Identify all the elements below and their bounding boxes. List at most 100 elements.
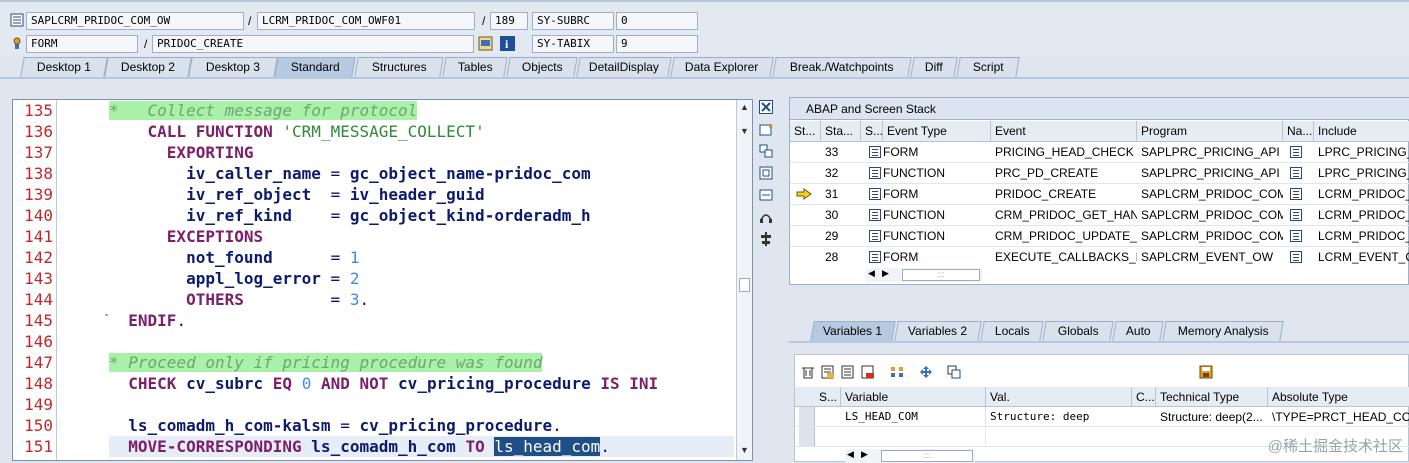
program-field[interactable]: SAPLCRM_PRIDOC_COM_OW [26, 12, 244, 30]
column-header[interactable]: Na... [1283, 121, 1314, 142]
services-icon[interactable] [757, 210, 775, 228]
code-line: ls_comadm_h_com-kalsm = cv_pricing_proce… [128, 416, 562, 435]
code-line: CALL FUNCTION 'CRM_MESSAGE_COLLECT' [147, 122, 485, 141]
stack-row[interactable]: 32 FUNCTION PRC_PD_CREATE SAPLPRC_PRICIN… [790, 163, 1409, 184]
stack-row[interactable]: 30 FUNCTION CRM_PRIDOC_GET_HAN... SAPLCR… [790, 205, 1409, 226]
settings-icon[interactable] [757, 232, 775, 250]
column-header[interactable]: St... [790, 121, 821, 142]
variables-horizontal-scrollbar[interactable]: ◀ ▶ ::: [845, 449, 975, 463]
tab-auto[interactable]: Auto [1112, 321, 1164, 341]
tab-detaildisplay[interactable]: DetailDisplay [576, 57, 672, 77]
editor-vertical-scrollbar[interactable]: ▲ ▼ ▼ [736, 100, 752, 460]
scroll-thumb[interactable] [739, 278, 750, 292]
delete-icon[interactable] [799, 365, 817, 381]
scroll-down-icon[interactable]: ▼ [740, 126, 749, 136]
sy-subrc-value[interactable]: 0 [616, 12, 698, 30]
event-type-cell: FORM [865, 142, 991, 163]
tab-objects[interactable]: Objects [506, 57, 578, 77]
column-header[interactable]: Absolute Type [1268, 387, 1409, 407]
routine-type-field[interactable]: FORM [26, 35, 138, 53]
routine-name-field[interactable]: PRIDOC_CREATE [152, 35, 474, 53]
scroll-left-icon[interactable]: ◀ [847, 449, 854, 460]
column-header[interactable]: Include [1314, 121, 1409, 142]
variable-name[interactable]: LS_HEAD_COM [841, 407, 986, 427]
navigate-icon[interactable] [1286, 163, 1314, 184]
column-header[interactable]: S... [861, 121, 883, 142]
line-number: 146 [24, 332, 53, 351]
source-code-editor[interactable]: 135 136 137 138 139 140 141 142 143 144 … [12, 99, 753, 461]
column-header[interactable]: Sta... [821, 121, 861, 142]
tab-variables-2[interactable]: Variables 2 [894, 321, 982, 341]
code-line: EXPORTING [166, 143, 254, 162]
variable-name-input[interactable] [841, 427, 986, 447]
copy-icon[interactable] [945, 365, 963, 381]
navigate-icon[interactable] [1286, 184, 1314, 205]
save-icon[interactable] [1197, 365, 1215, 381]
hierarchy-icon[interactable] [889, 365, 907, 381]
maximize-icon[interactable] [757, 166, 775, 184]
stack-row-current[interactable]: 31 FORM PRIDOC_CREATE SAPLCRM_PRIDOC_COM… [790, 184, 1409, 205]
stack-row[interactable]: 28 FORM EXECUTE_CALLBACKS_P... SAPLCRM_E… [790, 247, 1409, 268]
display-object-icon[interactable] [478, 36, 493, 51]
navigate-icon[interactable] [1286, 226, 1314, 247]
variable-row[interactable]: LS_HEAD_COM Structure: deep Structure: d… [795, 407, 1409, 427]
column-header[interactable]: Event [991, 121, 1137, 142]
include-name: LCRM_EVENT_OV [1318, 250, 1409, 264]
navigate-icon[interactable] [1286, 247, 1314, 268]
column-header[interactable]: Val. [986, 387, 1132, 407]
include-field[interactable]: LCRM_PRIDOC_COM_OWF01 [257, 12, 475, 30]
column-header[interactable]: S... [815, 387, 841, 407]
stack-row[interactable]: 29 FUNCTION CRM_PRIDOC_UPDATE_... SAPLCR… [790, 226, 1409, 247]
column-header[interactable]: Program [1137, 121, 1283, 142]
svg-text:✶: ✶ [767, 122, 773, 131]
export-icon[interactable] [859, 365, 877, 381]
column-header[interactable]: Event Type [883, 121, 991, 142]
swap-tool-icon[interactable] [757, 144, 775, 162]
tab-diff[interactable]: Diff [910, 57, 958, 77]
list-icon[interactable] [839, 365, 857, 381]
column-header[interactable]: Variable [841, 387, 986, 407]
stack-row[interactable]: 33 FORM PRICING_HEAD_CHECK SAPLPRC_PRICI… [790, 142, 1409, 163]
tab-desktop-2[interactable]: Desktop 2 [104, 57, 192, 77]
scroll-left-icon[interactable]: ◀ [868, 268, 875, 279]
import-icon[interactable] [819, 365, 837, 381]
column-header[interactable]: C... [1132, 387, 1156, 407]
new-tool-icon[interactable]: ✶ [757, 122, 775, 140]
resize-horizontal-icon[interactable] [757, 188, 775, 206]
variable-value[interactable]: Structure: deep [986, 407, 1132, 427]
event-name: CRM_PRIDOC_UPDATE_... [995, 229, 1137, 243]
tab-standard[interactable]: Standard [274, 57, 356, 77]
code-line: CHECK cv_subrc EQ 0 AND NOT cv_pricing_p… [128, 374, 659, 393]
line-field[interactable]: 189 [490, 12, 528, 30]
tab-globals[interactable]: Globals [1042, 321, 1114, 341]
close-icon[interactable] [757, 100, 775, 118]
event-type-cell: FUNCTION [865, 226, 991, 247]
code-line: OTHERS = 3. [186, 290, 370, 309]
tab-variables-1[interactable]: Variables 1 [810, 321, 896, 341]
include-name: LCRM_PRIDOC_C [1318, 208, 1409, 222]
scroll-up-icon[interactable]: ▲ [740, 102, 749, 112]
tab-break-watchpoints[interactable]: Break./Watchpoints [772, 57, 912, 77]
move-icon[interactable] [917, 365, 935, 381]
tab-desktop-1[interactable]: Desktop 1 [20, 57, 108, 77]
scroll-right-icon[interactable]: ▶ [861, 449, 868, 460]
tab-data-explorer[interactable]: Data Explorer [670, 57, 774, 77]
tab-tables[interactable]: Tables [442, 57, 508, 77]
tab-locals[interactable]: Locals [980, 321, 1044, 341]
tab-memory-analysis[interactable]: Memory Analysis [1162, 321, 1284, 341]
scroll-thumb[interactable]: ::: [902, 269, 980, 281]
scroll-thumb[interactable]: ::: [881, 450, 973, 462]
sy-tabix-value[interactable]: 9 [616, 35, 698, 53]
tab-structures[interactable]: Structures [354, 57, 444, 77]
scroll-down-icon[interactable]: ▼ [740, 445, 749, 455]
tab-desktop-3[interactable]: Desktop 3 [188, 57, 278, 77]
navigate-icon[interactable] [1286, 205, 1314, 226]
column-header[interactable]: Technical Type [1156, 387, 1268, 407]
technical-type: Structure: deep(2... [1160, 410, 1263, 424]
navigate-icon[interactable] [1286, 142, 1314, 163]
scroll-right-icon[interactable]: ▶ [882, 268, 889, 279]
program-icon [10, 13, 24, 27]
stack-horizontal-scrollbar[interactable]: ◀ ▶ ::: [866, 268, 982, 282]
info-icon[interactable]: i [500, 36, 515, 51]
tab-script[interactable]: Script [956, 57, 1020, 77]
